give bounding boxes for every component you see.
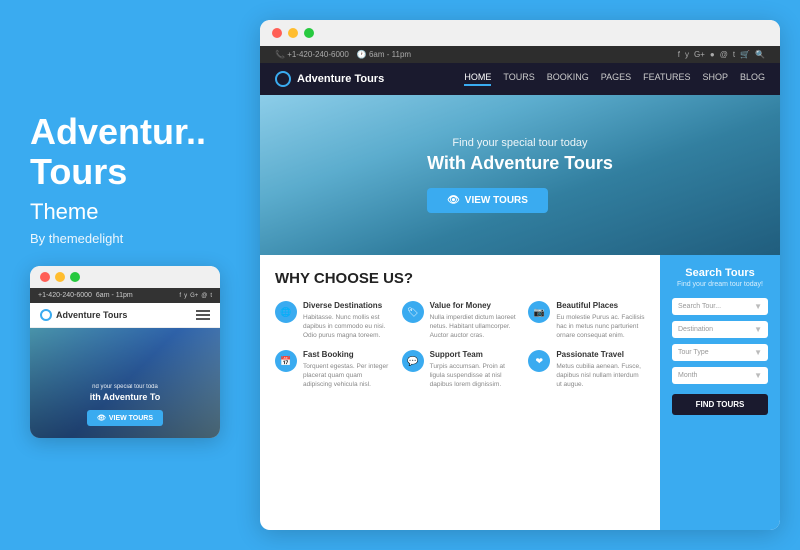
theme-author: By themedelight [30,231,230,246]
desktop-traffic-dots [260,20,780,46]
features-grid: 🌐 Diverse Destinations Habitasse. Nunc m… [275,301,645,390]
nav-tours[interactable]: TOURS [503,72,534,86]
chevron-down-icon: ▼ [754,325,762,334]
hero-content: Find your special tour today With Advent… [427,137,613,213]
dot-green [70,272,80,282]
desktop-dot-red [272,28,282,38]
desktop-logo-icon [275,71,291,87]
mobile-logo-icon [40,309,52,321]
feature-value-money: 🏷 Value for Money Nulla imperdiet dictum… [402,301,519,340]
desktop-logo: Adventure Tours [275,71,384,87]
twitter-icon: y [685,50,689,59]
feature-desc: Turpis accumsan. Proin at ligula suspend… [430,362,519,389]
feature-name: Value for Money [430,301,519,310]
dot-yellow [55,272,65,282]
tag-icon: 🏷 [402,301,424,323]
feature-fast-booking: 📅 Fast Booking Torquent egestas. Per int… [275,350,392,389]
desktop-hours: 🕐 6am - 11pm [357,50,411,59]
feature-name: Passionate Travel [556,350,645,359]
mobile-hamburger[interactable] [196,310,210,320]
chevron-down-icon: ▼ [754,371,762,380]
pinterest-icon: ● [710,50,715,59]
search-subtitle: Find your dream tour today! [672,281,768,288]
feature-beautiful-places: 📷 Beautiful Places Eu molestie Purus ac.… [528,301,645,340]
mobile-preview: +1-420-240-6000 6am - 11pm f y G+ @ t Ad… [30,266,220,438]
feature-support-team: 💬 Support Team Turpis accumsan. Proin at… [402,350,519,389]
nav-pages[interactable]: PAGES [601,72,631,86]
feature-desc: Nulla imperdiet dictum laoreet netus. Ha… [430,313,519,340]
mobile-logo: Adventure Tours [40,309,127,321]
mobile-phone: +1-420-240-6000 [38,292,92,299]
desktop-preview: 📞 +1-420-240-6000 🕐 6am - 11pm f y G+ ● … [260,20,780,530]
desktop-cta-button[interactable]: 👁 VIEW TOURS [427,188,548,213]
hero-large-text: With Adventure Tours [427,153,613,174]
google-plus-icon: G+ [694,50,705,59]
month-field[interactable]: Month ▼ [672,367,768,384]
desktop-nav: HOME TOURS BOOKING PAGES FEATURES SHOP B… [464,72,765,86]
search-title: Search Tours [672,267,768,279]
eye-icon: 👁 [447,195,460,206]
feature-diverse-destinations: 🌐 Diverse Destinations Habitasse. Nunc m… [275,301,392,340]
left-panel: Adventur.. Tours Theme By themedelight +… [30,112,230,438]
hero-small-text: Find your special tour today [427,137,613,149]
destination-field[interactable]: Destination ▼ [672,321,768,338]
chat-icon: 💬 [402,350,424,372]
mobile-navbar: Adventure Tours [30,303,220,328]
instagram-icon: @ [720,50,728,59]
tumblr-icon: t [733,50,735,59]
theme-subtitle: Theme [30,199,230,225]
camera-icon: 📷 [528,301,550,323]
chevron-down-icon: ▼ [754,302,762,311]
eye-icon: 👁 [97,414,106,422]
feature-name: Beautiful Places [556,301,645,310]
desktop-phone: 📞 +1-420-240-6000 [275,50,349,59]
search-sidebar: Search Tours Find your dream tour today!… [660,255,780,530]
tour-type-field[interactable]: Tour Type ▼ [672,344,768,361]
desktop-social-icons: f y G+ ● @ t 🛒 🔍 [678,50,765,59]
chevron-down-icon: ▼ [754,348,762,357]
mobile-hero-small: nd your special tour toda [92,384,158,390]
desktop-navbar: Adventure Tours HOME TOURS BOOKING PAGES… [260,63,780,95]
feature-desc: Habitasse. Nunc mollis est dapibus in co… [303,313,392,340]
facebook-icon: f [678,50,680,59]
mobile-topbar: +1-420-240-6000 6am - 11pm f y G+ @ t [30,288,220,303]
feature-name: Diverse Destinations [303,301,392,310]
mobile-hero: nd your special tour toda ith Adventure … [30,328,220,438]
feature-name: Fast Booking [303,350,392,359]
nav-home[interactable]: HOME [464,72,491,86]
nav-shop[interactable]: SHOP [702,72,728,86]
feature-desc: Eu molestie Purus ac. Facilisis hac in m… [556,313,645,340]
desktop-hero: Find your special tour today With Advent… [260,95,780,255]
find-tours-button[interactable]: FIND TOURS [672,394,768,415]
nav-blog[interactable]: BLOG [740,72,765,86]
nav-features[interactable]: FEATURES [643,72,690,86]
mobile-topbar-icons: f y G+ @ t [179,293,212,299]
globe-icon: 🌐 [275,301,297,323]
feature-desc: Metus cubilia aenean. Fusce, dapibus nis… [556,362,645,389]
desktop-main: WHY CHOOSE US? 🌐 Diverse Destinations Ha… [260,255,660,530]
desktop-content: WHY CHOOSE US? 🌐 Diverse Destinations Ha… [260,255,780,530]
desktop-dot-yellow [288,28,298,38]
mobile-hours: 6am - 11pm [96,292,133,299]
nav-booking[interactable]: BOOKING [547,72,589,86]
feature-name: Support Team [430,350,519,359]
mobile-cta-button[interactable]: 👁 VIEW TOURS [87,410,163,426]
desktop-dot-green [304,28,314,38]
desktop-topbar: 📞 +1-420-240-6000 🕐 6am - 11pm f y G+ ● … [260,46,780,63]
theme-title: Adventur.. Tours [30,112,230,191]
mobile-traffic-dots [30,266,220,288]
mobile-hero-large: ith Adventure To [90,392,161,402]
feature-desc: Torquent egestas. Per integer placerat q… [303,362,392,389]
search-tour-field[interactable]: Search Tour... ▼ [672,298,768,315]
cart-icon: 🛒 [740,50,750,59]
search-icon[interactable]: 🔍 [755,50,765,59]
why-choose-title: WHY CHOOSE US? [275,270,645,287]
feature-passionate-travel: ❤ Passionate Travel Metus cubilia aenean… [528,350,645,389]
dot-red [40,272,50,282]
heart-icon: ❤ [528,350,550,372]
calendar-icon: 📅 [275,350,297,372]
